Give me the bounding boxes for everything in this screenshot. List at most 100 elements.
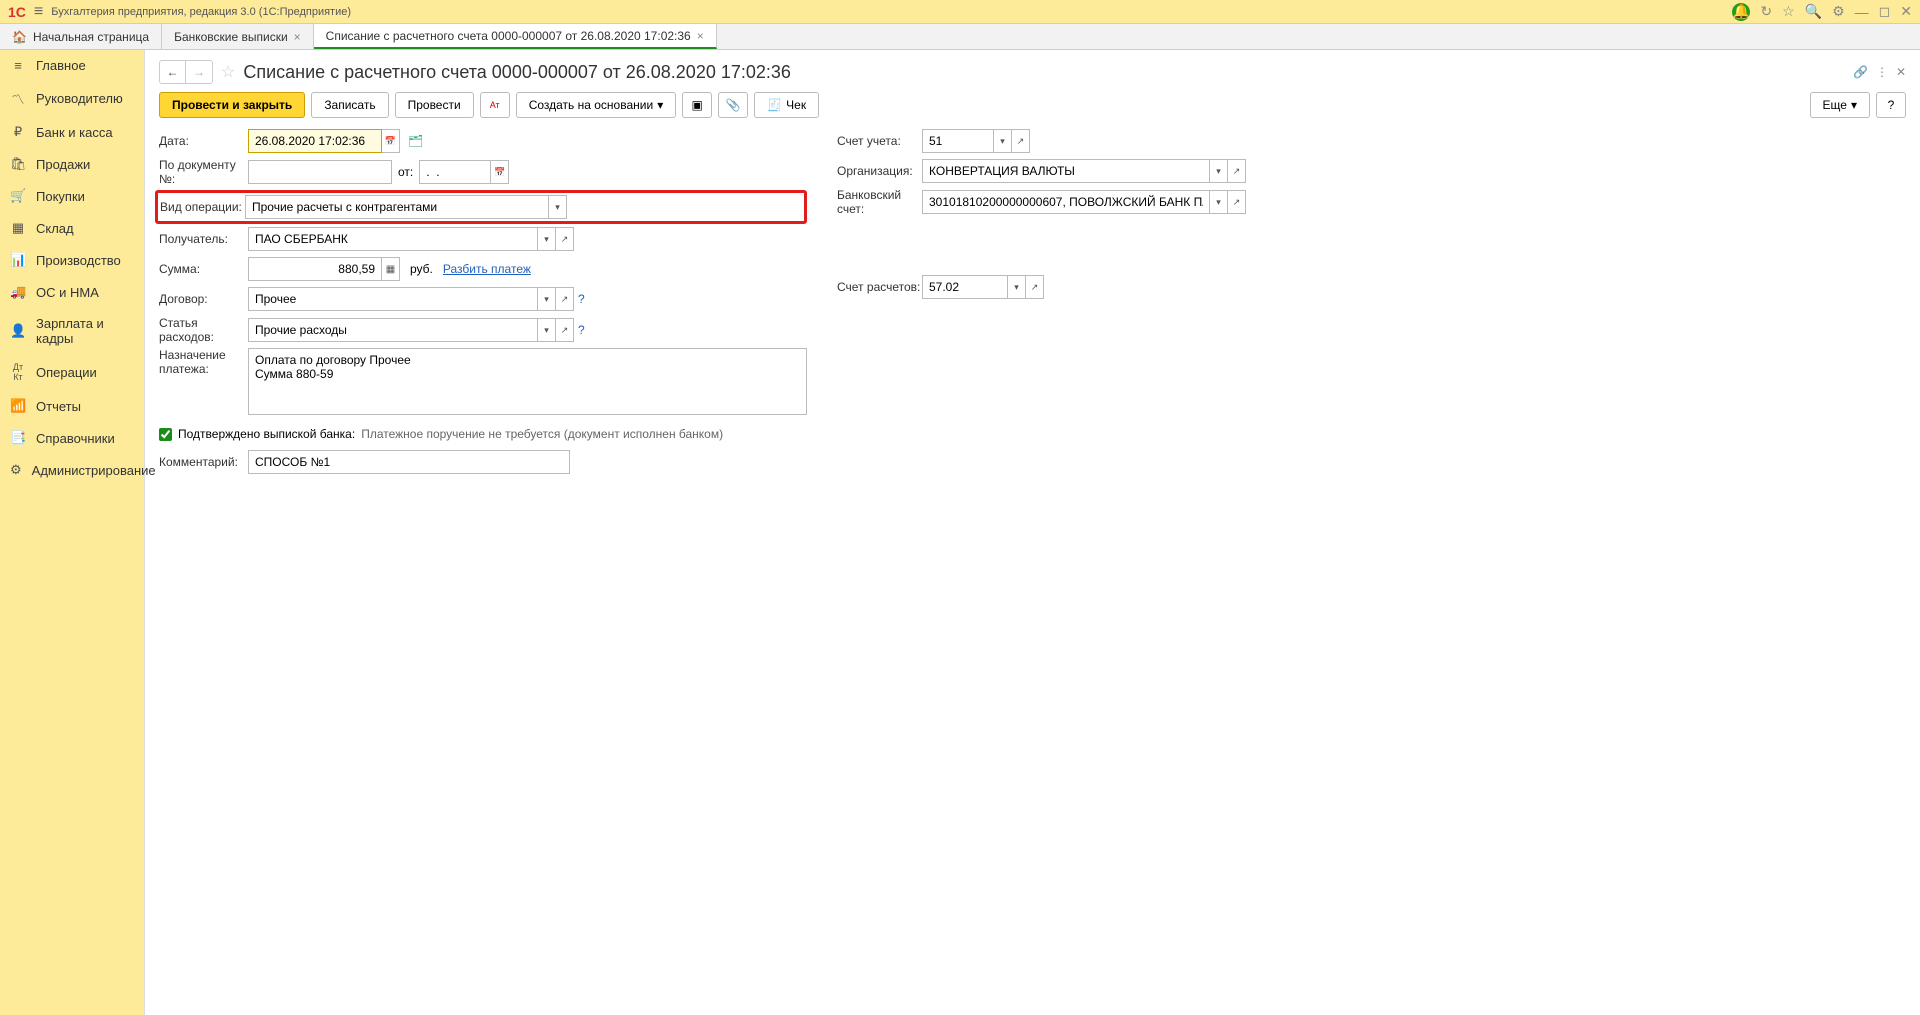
purpose-textarea[interactable] — [248, 348, 807, 415]
help-icon[interactable]: ? — [578, 292, 585, 306]
account-label: Счет учета: — [837, 134, 922, 148]
comment-label: Комментарий: — [159, 455, 248, 469]
settacc-input[interactable] — [922, 275, 1008, 299]
sidebar-item-assets[interactable]: 🚚ОС и НМА — [0, 276, 144, 308]
expense-label: Статья расходов: — [159, 316, 248, 344]
run-close-button[interactable]: Провести и закрыть — [159, 92, 305, 118]
account-input[interactable] — [922, 129, 994, 153]
attach-button[interactable]: 📎 — [718, 92, 748, 118]
confirmed-checkbox[interactable] — [159, 428, 172, 441]
run-button[interactable]: Провести — [395, 92, 474, 118]
sidebar-item-payroll[interactable]: 👤Зарплата и кадры — [0, 308, 144, 354]
sidebar-item-reports[interactable]: 📶Отчеты — [0, 390, 144, 422]
books-icon: 📑 — [10, 430, 26, 446]
tab-home[interactable]: 🏠 Начальная страница — [0, 24, 162, 49]
from-date-input[interactable] — [419, 160, 491, 184]
chevron-down-icon[interactable]: ▾ — [1210, 159, 1228, 183]
debit-credit-button[interactable]: Ат — [480, 92, 510, 118]
close-icon[interactable]: ✕ — [1900, 3, 1912, 20]
bag-icon: 🛍 — [10, 156, 26, 172]
notifications-icon[interactable]: 🔔 — [1732, 3, 1750, 21]
sidebar-item-warehouse[interactable]: ▦Склад — [0, 212, 144, 244]
bars-icon: 📶 — [10, 398, 26, 414]
open-icon[interactable]: ↗ — [1012, 129, 1030, 153]
sum-input[interactable] — [248, 257, 382, 281]
help-icon[interactable]: ? — [578, 323, 585, 337]
vdots-icon[interactable]: ⋮ — [1876, 65, 1888, 79]
date-input[interactable] — [248, 129, 382, 153]
chevron-down-icon[interactable]: ▾ — [1008, 275, 1026, 299]
bankacc-input[interactable] — [922, 190, 1210, 214]
tab-document[interactable]: Списание с расчетного счета 0000-000007 … — [314, 24, 717, 49]
confirmed-label: Подтверждено выпиской банка: — [178, 427, 355, 441]
recipient-input[interactable] — [248, 227, 538, 251]
rub-label: руб. — [410, 262, 433, 276]
open-icon[interactable]: ↗ — [556, 227, 574, 251]
calendar-icon[interactable]: 📅 — [382, 129, 400, 153]
open-icon[interactable]: ↗ — [556, 287, 574, 311]
tab-close-icon[interactable]: × — [697, 29, 704, 43]
debit-credit-icon: ДтКт — [10, 362, 26, 382]
struct-button[interactable]: ▣ — [682, 92, 712, 118]
settacc-label: Счет расчетов: — [837, 280, 922, 294]
sidebar-item-bank[interactable]: ₽Банк и касса — [0, 116, 144, 148]
sidebar-item-production[interactable]: 📊Производство — [0, 244, 144, 276]
sidebar-item-operations[interactable]: ДтКтОперации — [0, 354, 144, 390]
close-doc-icon[interactable]: ✕ — [1896, 65, 1906, 79]
chevron-down-icon[interactable]: ▾ — [994, 129, 1012, 153]
receipt-icon: 🧾 — [767, 98, 782, 112]
more-button[interactable]: Еще ▾ — [1810, 92, 1870, 118]
sidebar-item-sales[interactable]: 🛍Продажи — [0, 148, 144, 180]
tab-bank-statements[interactable]: Банковские выписки × — [162, 24, 314, 49]
tab-home-label: Начальная страница — [33, 30, 149, 44]
chevron-down-icon[interactable]: ▾ — [538, 287, 556, 311]
tab-close-icon[interactable]: × — [294, 30, 301, 44]
maximize-icon[interactable]: ◻ — [1879, 3, 1891, 20]
expense-input[interactable] — [248, 318, 538, 342]
sidebar-item-main[interactable]: ≡Главное — [0, 50, 144, 81]
chevron-down-icon[interactable]: ▾ — [538, 227, 556, 251]
create-based-button[interactable]: Создать на основании ▾ — [516, 92, 677, 118]
comment-input[interactable] — [248, 450, 570, 474]
write-button[interactable]: Записать — [311, 92, 388, 118]
back-button[interactable]: ← — [160, 61, 186, 83]
sidebar-item-purchases[interactable]: 🛒Покупки — [0, 180, 144, 212]
calc-icon[interactable]: ▦ — [382, 257, 400, 281]
forward-button[interactable]: → — [186, 61, 212, 83]
chevron-down-icon[interactable]: ▾ — [538, 318, 556, 342]
link-icon[interactable]: 🔗 — [1853, 65, 1868, 79]
open-icon[interactable]: ↗ — [1026, 275, 1044, 299]
home-icon: 🏠 — [12, 30, 27, 44]
open-icon[interactable]: ↗ — [1228, 190, 1246, 214]
search-icon[interactable]: 🔍 — [1805, 3, 1822, 20]
calendar-icon[interactable]: 📅 — [491, 160, 509, 184]
gear-icon: ⚙ — [10, 462, 22, 478]
help-button[interactable]: ? — [1876, 92, 1906, 118]
person-icon: 👤 — [10, 323, 26, 339]
chevron-down-icon[interactable]: ▾ — [549, 195, 567, 219]
chevron-down-icon: ▾ — [1851, 98, 1857, 112]
sidebar-item-catalogs[interactable]: 📑Справочники — [0, 422, 144, 454]
history-icon[interactable]: ↻ — [1760, 3, 1772, 20]
contract-input[interactable] — [248, 287, 538, 311]
favorite-icon[interactable]: ☆ — [1782, 3, 1795, 20]
optype-input[interactable] — [245, 195, 549, 219]
chevron-down-icon[interactable]: ▾ — [1210, 190, 1228, 214]
date-label: Дата: — [159, 134, 248, 148]
org-input[interactable] — [922, 159, 1210, 183]
open-icon[interactable]: ↗ — [1228, 159, 1246, 183]
form: Дата: 📅 🗂 По документу №: от: 📅 — [159, 128, 1906, 479]
docnum-input[interactable] — [248, 160, 392, 184]
sidebar-item-admin[interactable]: ⚙Администрирование — [0, 454, 144, 486]
cheque-button[interactable]: 🧾 Чек — [754, 92, 819, 118]
open-icon[interactable]: ↗ — [556, 318, 574, 342]
status-icon[interactable]: 🗂 — [408, 134, 423, 148]
settings-icon[interactable]: ⚙ — [1832, 3, 1845, 20]
sidebar-item-manager[interactable]: 〽Руководителю — [0, 81, 144, 116]
minimize-icon[interactable]: — — [1855, 4, 1869, 20]
cart-icon: 🛒 — [10, 188, 26, 204]
split-payment-link[interactable]: Разбить платеж — [443, 262, 531, 276]
star-icon[interactable]: ☆ — [221, 62, 235, 82]
menu-icon[interactable]: ≡ — [34, 3, 43, 21]
tab-label: Банковские выписки — [174, 30, 288, 44]
